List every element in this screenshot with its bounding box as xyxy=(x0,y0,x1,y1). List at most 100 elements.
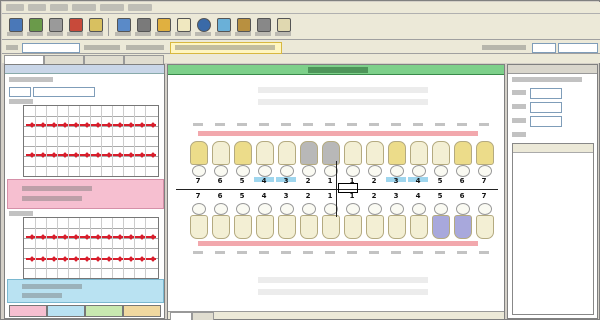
lower-tooth[interactable] xyxy=(366,215,384,239)
lower-tooth[interactable] xyxy=(410,215,428,239)
detail-field[interactable] xyxy=(530,116,562,127)
lower-tooth[interactable] xyxy=(454,215,472,239)
upper-tooth[interactable] xyxy=(344,141,362,165)
menu-item[interactable] xyxy=(100,4,124,11)
tooth-letter-marker[interactable] xyxy=(435,251,445,254)
upper-tooth[interactable] xyxy=(410,141,428,165)
history-date-field[interactable] xyxy=(9,87,31,97)
upper-tooth[interactable] xyxy=(212,141,230,165)
menu-item[interactable] xyxy=(72,4,96,11)
lower-tooth[interactable] xyxy=(388,215,406,239)
upper-tooth[interactable] xyxy=(278,141,296,165)
chart-tab[interactable] xyxy=(192,312,214,320)
menu-item[interactable] xyxy=(128,4,152,11)
print-button[interactable] xyxy=(46,16,64,38)
upper-tooth[interactable] xyxy=(476,141,494,165)
tooth-letter-marker[interactable] xyxy=(479,251,489,254)
tooth-letter-marker[interactable] xyxy=(413,123,423,126)
upper-tooth[interactable] xyxy=(190,141,208,165)
tooth-letter-marker[interactable] xyxy=(391,123,401,126)
tooth-letter-marker[interactable] xyxy=(457,251,467,254)
upper-tooth[interactable] xyxy=(454,141,472,165)
lower-tooth[interactable] xyxy=(476,215,494,239)
menu-item[interactable] xyxy=(50,4,68,11)
tooth-letter-marker[interactable] xyxy=(215,251,225,254)
upper-tooth[interactable] xyxy=(300,141,318,165)
tooth-button[interactable] xyxy=(174,16,192,38)
lower-tooth[interactable] xyxy=(278,215,296,239)
tooth-letter-marker[interactable] xyxy=(237,251,247,254)
lower-tooth[interactable] xyxy=(344,215,362,239)
chart-button[interactable] xyxy=(114,16,132,38)
export-button[interactable] xyxy=(234,16,252,38)
upper-tooth[interactable] xyxy=(388,141,406,165)
tooth-letter-marker[interactable] xyxy=(259,251,269,254)
selected-tooth-box[interactable] xyxy=(338,183,358,193)
grid-divider xyxy=(123,106,124,176)
upper-tooth[interactable] xyxy=(322,141,340,165)
history-type-field[interactable] xyxy=(33,87,95,97)
lower-tooth[interactable] xyxy=(300,215,318,239)
upper-tooth[interactable] xyxy=(234,141,252,165)
tooth-letter-marker[interactable] xyxy=(369,123,379,126)
find-button[interactable] xyxy=(26,16,44,38)
legend-swatch[interactable] xyxy=(123,305,161,317)
close-button[interactable] xyxy=(274,16,292,38)
detail-panel-header xyxy=(508,65,597,74)
new-record-button[interactable] xyxy=(6,16,24,38)
eye-button[interactable] xyxy=(194,16,212,38)
tooth-letter-marker[interactable] xyxy=(479,123,489,126)
tooth-letter-marker[interactable] xyxy=(457,123,467,126)
lower-tooth[interactable] xyxy=(322,215,340,239)
tooth-letter-marker[interactable] xyxy=(325,123,335,126)
lower-tooth[interactable] xyxy=(256,215,274,239)
tab[interactable] xyxy=(4,55,44,64)
lower-tooth[interactable] xyxy=(190,215,208,239)
tooth-letter-marker[interactable] xyxy=(303,123,313,126)
tooth-letter-marker[interactable] xyxy=(347,123,357,126)
image-button[interactable] xyxy=(214,16,232,38)
menu-item[interactable] xyxy=(28,4,46,11)
tooth-letter-marker[interactable] xyxy=(435,123,445,126)
tooth-letter-marker[interactable] xyxy=(259,123,269,126)
upper-tooth[interactable] xyxy=(366,141,384,165)
patient-id-field[interactable] xyxy=(22,43,80,53)
tooth-letter-marker[interactable] xyxy=(215,123,225,126)
report-button[interactable] xyxy=(154,16,172,38)
xray-button[interactable] xyxy=(134,16,152,38)
tooth-letter-marker[interactable] xyxy=(237,123,247,126)
tooth-letter-marker[interactable] xyxy=(193,123,203,126)
detail-field[interactable] xyxy=(530,102,562,113)
upper-tooth[interactable] xyxy=(432,141,450,165)
tab[interactable] xyxy=(84,55,124,64)
lower-tooth[interactable] xyxy=(234,215,252,239)
image-icon xyxy=(217,18,231,32)
tab[interactable] xyxy=(124,55,164,64)
calendar-button[interactable] xyxy=(86,16,104,38)
status-field[interactable] xyxy=(532,43,556,53)
tooth-letter-marker[interactable] xyxy=(391,251,401,254)
tooth-letter-marker[interactable] xyxy=(325,251,335,254)
lower-tooth[interactable] xyxy=(212,215,230,239)
lower-tooth[interactable] xyxy=(432,215,450,239)
tooth-letter-marker[interactable] xyxy=(413,251,423,254)
tooth-letter-marker[interactable] xyxy=(303,251,313,254)
treatment-list[interactable] xyxy=(512,143,594,315)
status-field-2[interactable] xyxy=(558,43,598,53)
legend-swatch[interactable] xyxy=(47,305,85,317)
tooth-letter-marker[interactable] xyxy=(369,251,379,254)
tooth-letter-marker[interactable] xyxy=(347,251,357,254)
chart-tabs xyxy=(168,311,504,320)
menu-item[interactable] xyxy=(6,4,24,11)
chart-tab[interactable] xyxy=(170,312,192,320)
settings-button[interactable] xyxy=(254,16,272,38)
upper-tooth[interactable] xyxy=(256,141,274,165)
tab[interactable] xyxy=(44,55,84,64)
tooth-letter-marker[interactable] xyxy=(281,251,291,254)
detail-field[interactable] xyxy=(530,88,562,99)
legend-swatch[interactable] xyxy=(9,305,47,317)
legend-swatch[interactable] xyxy=(85,305,123,317)
tooth-letter-marker[interactable] xyxy=(281,123,291,126)
save-button[interactable] xyxy=(66,16,84,38)
tooth-letter-marker[interactable] xyxy=(193,251,203,254)
